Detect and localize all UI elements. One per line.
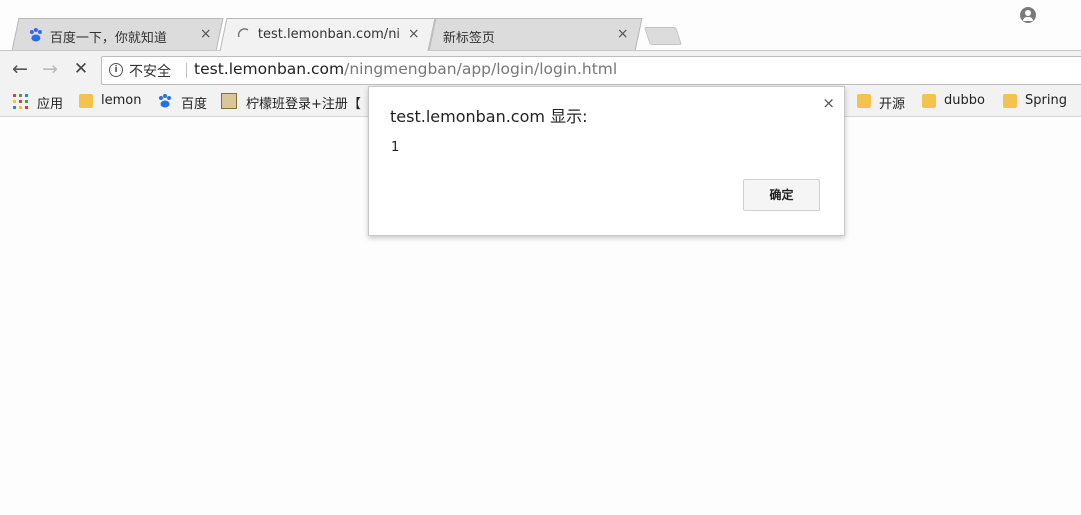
tab-title: 百度一下，你就知道: [49, 31, 167, 46]
tab-close-icon[interactable]: ×: [408, 26, 420, 42]
apps-grid-icon: [13, 94, 28, 109]
dialog-title: test.lemonban.com 显示:: [390, 107, 588, 126]
bookmark-label: 柠檬班登录+注册【: [246, 97, 361, 112]
bookmark-label: 开源: [879, 97, 906, 112]
tab-title: test.lemonban.com/nir: [257, 27, 399, 42]
tab-baidu[interactable]: 百度一下，你就知道 ×: [11, 18, 224, 51]
back-button[interactable]: ←: [10, 59, 30, 79]
baidu-paw-icon: [159, 94, 171, 108]
new-tab-button[interactable]: [644, 27, 682, 45]
close-icon[interactable]: ×: [822, 94, 835, 112]
tab-close-icon[interactable]: ×: [200, 26, 212, 42]
url-host: test.lemonban.com: [194, 60, 345, 78]
bookmark-label: dubbo: [944, 93, 985, 108]
address-bar[interactable]: i 不安全 test.lemonban.com/ningmengban/app/…: [101, 56, 1081, 85]
tab-lemonban[interactable]: test.lemonban.com/nir ×: [219, 18, 436, 51]
divider: [186, 63, 187, 78]
bookmark-label: lemon: [101, 93, 142, 108]
forward-button[interactable]: →: [40, 59, 60, 79]
folder-icon: [79, 94, 93, 108]
tab-close-icon[interactable]: ×: [617, 26, 629, 42]
stop-button[interactable]: ✕: [71, 59, 91, 79]
tab-strip: 百度一下，你就知道 × test.lemonban.com/nir × 新标签页…: [0, 0, 1081, 52]
url-path: /ningmengban/app/login/login.html: [344, 60, 618, 78]
url-text[interactable]: test.lemonban.com/ningmengban/app/login/…: [194, 60, 617, 78]
toolbar: ← → ✕ i 不安全 test.lemonban.com/ningmengba…: [0, 50, 1081, 88]
account-icon[interactable]: [1020, 7, 1036, 23]
alert-dialog: test.lemonban.com 显示: × 1 确定: [368, 86, 845, 236]
bookmark-label: 百度: [181, 97, 208, 112]
bookmark-label: Spring: [1025, 93, 1067, 108]
ok-button[interactable]: 确定: [743, 179, 820, 211]
tab-title: 新标签页: [442, 31, 495, 46]
bookmark-label: 应用: [37, 97, 64, 112]
baidu-paw-icon: [29, 28, 42, 42]
folder-icon: [1003, 94, 1017, 108]
tab-new-tab[interactable]: 新标签页 ×: [428, 18, 643, 51]
folder-icon: [857, 94, 871, 108]
loading-spinner-icon: [237, 28, 249, 38]
info-icon[interactable]: i: [109, 63, 123, 77]
dialog-message: 1: [391, 140, 400, 155]
security-label[interactable]: 不安全: [129, 61, 171, 81]
image-icon: [221, 93, 237, 109]
folder-icon: [922, 94, 936, 108]
